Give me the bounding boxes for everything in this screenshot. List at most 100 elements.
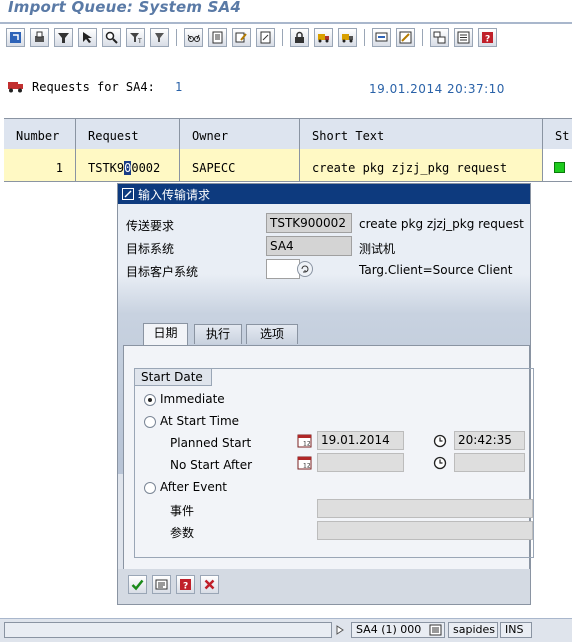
glasses-icon[interactable] xyxy=(184,28,203,47)
status-message-area[interactable] xyxy=(4,622,332,638)
cancel-icon[interactable] xyxy=(200,575,219,594)
no-start-after-time-field[interactable] xyxy=(454,453,525,472)
sort-icon[interactable] xyxy=(150,28,169,47)
help-icon[interactable]: ? xyxy=(478,28,497,47)
cell-request-part: TSTK9 xyxy=(88,161,125,175)
column-header-status[interactable]: St xyxy=(543,119,572,149)
select-icon[interactable] xyxy=(78,28,97,47)
start-date-group-title: Start Date xyxy=(134,368,212,386)
column-header-request[interactable]: Request xyxy=(76,119,180,149)
after-event-radio[interactable] xyxy=(144,482,156,494)
triangle-right-icon[interactable] xyxy=(336,625,344,635)
at-start-time-radio[interactable] xyxy=(144,416,156,428)
status-mode-text: INS xyxy=(505,623,524,636)
transport-request-value: TSTK900002 xyxy=(270,216,346,230)
clock-icon[interactable] xyxy=(433,434,447,448)
toolbar-separator xyxy=(422,29,423,46)
toolbar-separator xyxy=(364,29,365,46)
planned-start-date-field[interactable]: 19.01.2014 xyxy=(317,431,404,450)
status-server-text: sapides xyxy=(453,623,495,636)
truck-all-icon[interactable] xyxy=(338,28,357,47)
tab-date[interactable]: 日期 xyxy=(143,323,188,345)
transport-request-field[interactable]: TSTK900002 xyxy=(266,213,352,233)
planned-start-label: Planned Start xyxy=(170,436,252,450)
target-system-value: SA4 xyxy=(270,239,294,253)
svg-text:T: T xyxy=(137,38,142,44)
event-field[interactable] xyxy=(317,499,533,518)
requests-label: Requests for SA4: xyxy=(32,80,155,94)
tab-execution[interactable]: 执行 xyxy=(194,324,242,344)
confirm-icon[interactable] xyxy=(128,575,147,594)
column-header-owner[interactable]: Owner xyxy=(180,119,300,149)
svg-text:?: ? xyxy=(183,582,188,592)
toolbar-separator xyxy=(176,29,177,46)
application-toolbar: T ? xyxy=(0,25,572,50)
status-green-indicator xyxy=(554,162,565,173)
cell-request-part: 0002 xyxy=(131,161,161,175)
edit-icon[interactable] xyxy=(232,28,251,47)
target-client-label: 目标客户系统 xyxy=(126,265,199,279)
transport-request-label: 传送要求 xyxy=(126,219,175,233)
value-help-button[interactable] xyxy=(297,261,313,277)
set-filter-icon[interactable]: T xyxy=(126,28,145,47)
truck-icon[interactable] xyxy=(314,28,333,47)
column-header-short-text[interactable]: Short Text xyxy=(300,119,543,149)
table-row[interactable]: 1 TSTK900002 SAPECC create pkg zjzj_pkg … xyxy=(4,149,572,182)
status-mode[interactable]: INS xyxy=(500,622,532,638)
planned-start-time: 20:42:35 xyxy=(458,433,512,447)
filter-icon[interactable] xyxy=(54,28,73,47)
toolbar-separator xyxy=(282,29,283,46)
requests-count: 1 xyxy=(175,80,183,94)
start-date-group: Start Date Immediate At Start Time Plann… xyxy=(134,368,534,558)
dialog-body: 传送要求 TSTK900002 create pkg zjzj_pkg requ… xyxy=(118,204,534,577)
truck-icon xyxy=(8,82,23,93)
refresh-icon[interactable] xyxy=(6,28,25,47)
svg-text:?: ? xyxy=(485,35,490,45)
calendar-icon[interactable]: 12 xyxy=(297,433,313,449)
immediate-radio[interactable] xyxy=(144,394,156,406)
calendar-icon[interactable]: 12 xyxy=(297,455,313,471)
schedule-icon[interactable] xyxy=(152,575,171,594)
cell-request[interactable]: TSTK900002 xyxy=(76,149,180,181)
target-system-text: 测试机 xyxy=(359,242,396,256)
target-system-label: 目标系统 xyxy=(126,242,175,256)
transport-request-dialog: 输入传输请求 传送要求 TSTK900002 create pkg zjzj_p… xyxy=(118,184,534,604)
title-divider xyxy=(0,22,572,24)
immediate-label: Immediate xyxy=(160,392,225,406)
zoom-icon[interactable] xyxy=(102,28,121,47)
tab-options[interactable]: 选项 xyxy=(246,324,298,344)
cell-owner: SAPECC xyxy=(180,149,300,181)
svg-text:12: 12 xyxy=(303,441,311,448)
after-event-label: After Event xyxy=(160,480,228,494)
info-icon[interactable]: ? xyxy=(176,575,195,594)
planned-start-date: 19.01.2014 xyxy=(321,433,390,447)
session-icon xyxy=(429,624,442,636)
target-client-field[interactable] xyxy=(266,259,300,279)
dialog-edit-icon xyxy=(122,188,134,200)
tree-icon[interactable] xyxy=(430,28,449,47)
svg-text:12: 12 xyxy=(303,463,311,470)
cell-number: 1 xyxy=(4,149,76,181)
no-start-after-label: No Start After xyxy=(170,458,253,472)
details-icon[interactable] xyxy=(208,28,227,47)
lock-icon[interactable] xyxy=(290,28,309,47)
list-icon[interactable] xyxy=(454,28,473,47)
table-header: Number Request Owner Short Text St xyxy=(4,118,572,150)
dialog-title: 输入传输请求 xyxy=(138,188,211,202)
display-icon[interactable] xyxy=(372,28,391,47)
parameter-field[interactable] xyxy=(317,521,533,540)
print-icon[interactable] xyxy=(30,28,49,47)
document-icon[interactable] xyxy=(256,28,275,47)
planned-start-time-field[interactable]: 20:42:35 xyxy=(454,431,525,450)
parameter-label: 参数 xyxy=(170,526,195,540)
clock-icon[interactable] xyxy=(433,456,447,470)
target-system-field[interactable]: SA4 xyxy=(266,236,352,256)
window-title: Import Queue: System SA4 xyxy=(8,0,242,16)
event-label: 事件 xyxy=(170,504,195,518)
no-start-after-date-field[interactable] xyxy=(317,453,404,472)
at-start-time-label: At Start Time xyxy=(160,414,240,428)
column-header-number[interactable]: Number xyxy=(4,119,76,149)
settings-icon[interactable] xyxy=(396,28,415,47)
status-bar: SA4 (1) 000 sapides INS xyxy=(0,618,572,642)
dialog-title-bar[interactable]: 输入传输请求 xyxy=(118,184,530,204)
